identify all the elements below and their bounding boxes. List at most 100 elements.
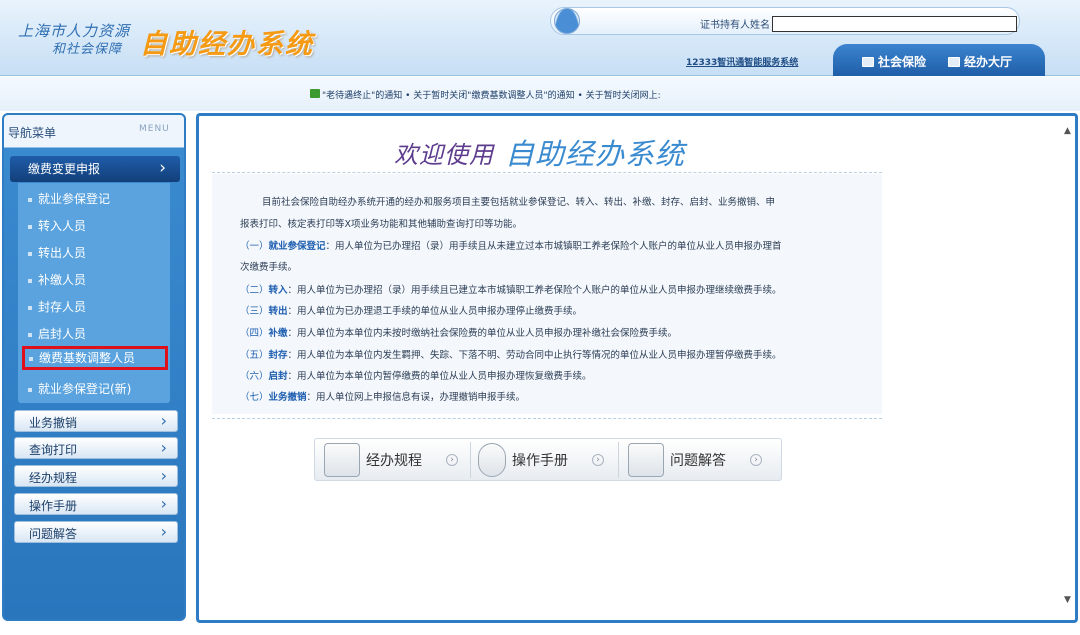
item-text: ：用人单位为已办理招（录）用手续且已建立本市城镇职工养老保险个人账户的单位从业人… [287,285,782,296]
pen-document-icon [628,442,664,477]
item-text: ：用人单位为本单位内未按时缴纳社会保险费的单位从业人员申报办理补缴社会保险费手续… [287,328,678,339]
bullet-icon [28,387,32,392]
sidebar-item-label: 缴费基数调整人员 [39,351,136,365]
welcome-title: 自助经办系统 [505,137,686,171]
arrow-right-icon: › [446,453,458,466]
group-label: 查询打印 [29,443,78,457]
group-label: 问题解答 [29,527,78,541]
item-num: （一） [240,241,269,252]
separator [618,442,619,478]
mouse-icon [478,442,506,477]
sidebar-group-faq[interactable]: 问题解答 › [14,521,178,543]
group-label: 缴费变更申报 [28,162,101,176]
bullet-icon [29,356,33,361]
item-num: （三） [240,306,269,317]
scroll-up-icon[interactable]: ▲ [1064,126,1071,136]
tab-service-hall[interactable]: 经办大厅 [948,53,1012,70]
item-text: ：用人单位为已办理退工手续的单位从业人员申报办理停止缴费手续。 [287,306,583,317]
sidebar-item-label: 封存人员 [38,300,87,314]
pen-monitor-icon [324,442,360,477]
sidebar-item-label: 转出人员 [38,246,87,260]
item-registration: （一）就业参保登记：用人单位为已办理招（录）用手续且从未建立过本市城镇职工养老保… [240,238,782,252]
separator [470,442,471,478]
logo-title: 自助经办系统 [140,29,314,60]
tab-label: 经办大厅 [964,55,1013,69]
item-text: ：用人单位为已办理招（录）用手续且从未建立过本市城镇职工养老保险个人账户的单位从… [325,241,782,252]
item-text: ：用人单位为本单位内暂停缴费的单位从业人员申报办理恢复缴费手续。 [287,371,592,382]
item-text: ：用人单位为本单位内发生羁押、失踪、下落不明、劳动合同中止执行等情况的单位从业人… [287,350,782,361]
bullet-icon [28,332,32,337]
sidebar-item-label: 补缴人员 [38,273,87,287]
sidebar-item-suspend[interactable]: 封存人员 [18,298,170,318]
sidebar-menu-label: MENU [139,124,170,134]
arrow-right-icon: › [592,453,604,466]
bullet-icon [28,305,32,310]
item-num: （七） [240,392,269,403]
sidebar-item-transfer-in[interactable]: 转入人员 [18,217,170,237]
chevron-right-icon: › [160,411,167,430]
item-text: ：用人单位网上申报信息有误，办理撤销申报手续。 [306,392,526,403]
button-label: 操作手册 [512,452,568,469]
manual-button[interactable]: 操作手册 › [478,438,604,481]
item-num: （六） [240,371,269,382]
holder-name-field[interactable] [772,16,1017,32]
item-transfer-out: （三）转出：用人单位为已办理退工手续的单位从业人员申报办理停止缴费手续。 [240,303,582,317]
item-resume: （六）启封：用人单位为本单位内暂停缴费的单位从业人员申报办理恢复缴费手续。 [240,368,592,382]
item-keyword: 就业参保登记 [268,241,326,252]
group-label: 操作手册 [29,499,78,513]
item-registration-cont: 次缴费手续。 [240,262,298,273]
procedures-button[interactable]: 经办规程 › [324,438,458,481]
item-keyword: 业务撤销 [268,392,307,403]
bullet-icon [28,197,32,202]
intro-line: 目前社会保险自助经办系统开通的经办和服务项目主要包括就业参保登记、转入、转出、补… [262,197,776,208]
bullet-icon [28,278,32,283]
item-num: （五） [240,350,269,361]
item-transfer-in: （二）转入：用人单位为已办理招（录）用手续且已建立本市城镇职工养老保险个人账户的… [240,282,782,296]
tab-label: 社会保险 [878,55,927,69]
item-keyword: 转入 [268,285,288,296]
sidebar-item-transfer-out[interactable]: 转出人员 [18,244,170,264]
chevron-right-icon: › [160,522,167,541]
holder-label: 证书持有人姓名 [700,20,770,31]
divider [212,172,882,173]
button-label: 经办规程 [366,452,422,469]
sidebar-item-label: 转入人员 [38,219,87,233]
sidebar-item-back-payment[interactable]: 补缴人员 [18,271,170,291]
scroll-down-icon[interactable]: ▼ [1064,595,1071,605]
tab-social-insurance[interactable]: 社会保险 [862,53,926,70]
item-num: （二） [240,285,269,296]
building-icon [948,56,960,67]
submenu-panel [18,183,170,403]
sidebar-item-employment-registration[interactable]: 就业参保登记 [18,190,170,210]
sidebar-item-resume[interactable]: 启封人员 [18,325,170,345]
sidebar-group-manual[interactable]: 操作手册 › [14,493,178,515]
insurance-icon [862,56,874,67]
bullet-icon [28,251,32,256]
speaker-icon [310,89,320,98]
sidebar-item-base-adjustment[interactable]: 缴费基数调整人员 [22,346,168,370]
sidebar-group-contribution-change[interactable]: 缴费变更申报 › [10,156,180,182]
item-keyword: 封存 [268,350,288,361]
faq-button[interactable]: 问题解答 › [628,438,762,481]
divider [212,418,882,419]
sidebar-group-query-print[interactable]: 查询打印 › [14,437,178,459]
chevron-right-icon: › [160,438,167,457]
chevron-right-icon: › [159,158,166,178]
sidebar-item-employment-registration-new[interactable]: 就业参保登记(新) [18,380,170,400]
sidebar-item-label: 就业参保登记 [38,192,111,206]
item-revoke: （七）业务撤销：用人单位网上申报信息有误，办理撤销申报手续。 [240,389,525,403]
group-label: 业务撤销 [29,416,78,430]
notice-marquee[interactable]: "老待遇终止"的通知 • 关于暂时关闭"缴费基数调整人员"的通知 • 关于暂时关… [322,88,661,101]
item-suspend: （五）封存：用人单位为本单位内发生羁押、失踪、下落不明、劳动合同中止执行等情况的… [240,347,782,361]
item-keyword: 启封 [268,371,288,382]
item-num: （四） [240,328,269,339]
group-label: 经办规程 [29,471,78,485]
sidebar-group-business-revoke[interactable]: 业务撤销 › [14,410,178,432]
sidebar-group-procedures[interactable]: 经办规程 › [14,465,178,487]
service-link[interactable]: 12333智讯通智能服务系统 [686,55,798,68]
arrow-right-icon: › [750,453,762,466]
chevron-right-icon: › [160,466,167,485]
sidebar-item-label: 启封人员 [38,327,87,341]
sidebar-title: 导航菜单 [8,126,57,140]
logo-line2: 和社会保障 [52,42,123,57]
